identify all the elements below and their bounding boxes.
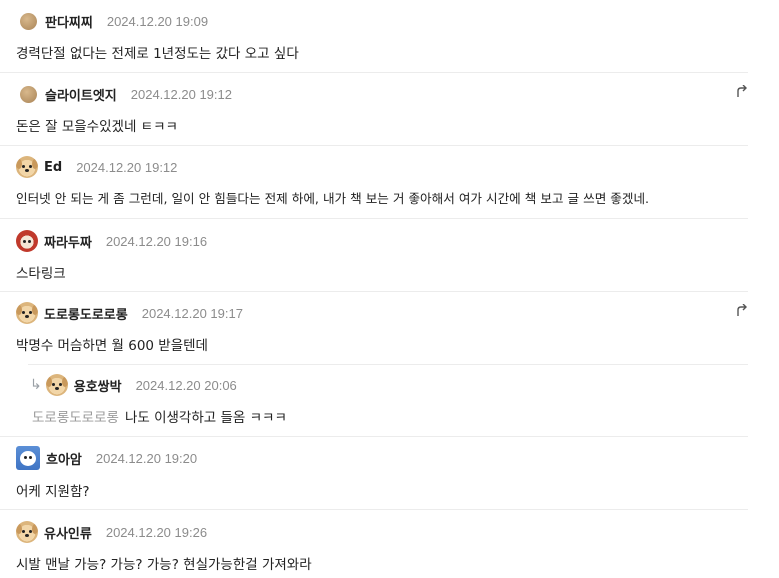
comment-text: 인터넷 안 되는 게 좀 그런데, 일이 안 힘들다는 전제 하에, 내가 책 …	[16, 191, 650, 206]
comment-author[interactable]: 흐아암	[46, 449, 82, 468]
comment-header: 판다찌찌 2024.12.20 19:09	[16, 9, 208, 33]
divider	[28, 364, 748, 365]
reply-text: 나도 이생각하고 들옴 ㅋㅋㅋ	[124, 410, 287, 426]
comment-header: 유사인류 2024.12.20 19:26	[16, 520, 207, 544]
comment-author[interactable]: 유사인류	[44, 523, 92, 542]
comment-date: 2024.12.20 19:12	[76, 159, 178, 175]
avatar[interactable]	[20, 85, 37, 103]
comment-date: 2024.12.20 19:09	[106, 13, 209, 29]
avatar[interactable]	[16, 446, 40, 470]
comment-author[interactable]: 슬라이트엣지	[45, 85, 117, 104]
reply-arrow-icon: ↳	[30, 377, 42, 393]
comment-item: 흐아암 2024.12.20 19:20 어케 지원함?	[0, 437, 748, 509]
comment-date: 2024.12.20 19:16	[105, 233, 208, 249]
comment-text: 박명수 머슴하면 월 600 받을텐데	[16, 338, 208, 354]
comment-author[interactable]: 짜라두짜	[44, 232, 92, 251]
avatar[interactable]	[16, 521, 38, 543]
comment-header: 흐아암 2024.12.20 19:20	[16, 446, 197, 470]
comment-date: 2024.12.20 20:06	[135, 377, 237, 393]
comment-item: 유사인류 2024.12.20 19:26 시발 맨날 가능? 가능? 가능? …	[0, 510, 748, 578]
comment-author[interactable]: 용호쌍박	[74, 376, 122, 395]
comment-item: Ed 2024.12.20 19:12 인터넷 안 되는 게 좀 그런데, 일이…	[0, 146, 748, 218]
comment-text: 도로롱도로로롱 나도 이생각하고 들옴 ㅋㅋㅋ	[32, 406, 287, 426]
comment-date: 2024.12.20 19:12	[130, 86, 232, 102]
reply-item: ↳ 용호쌍박 2024.12.20 20:06 도로롱도로로롱 나도 이생각하고 …	[0, 364, 748, 436]
avatar[interactable]	[16, 230, 38, 252]
comment-date: 2024.12.20 19:17	[141, 305, 243, 321]
avatar[interactable]	[45, 374, 68, 396]
comment-item: 판다찌찌 2024.12.20 19:09 경력단절 없다는 전제로 1년정도는…	[0, 0, 748, 72]
comment-header: 짜라두짜 2024.12.20 19:16	[16, 229, 207, 253]
avatar[interactable]	[16, 302, 38, 324]
comment-text: 시발 맨날 가능? 가능? 가능? 현실가능한걸 가져와라	[16, 557, 312, 573]
comment-header: 슬라이트엣지 2024.12.20 19:12	[16, 82, 232, 106]
more-icon[interactable]	[736, 85, 748, 99]
comment-date: 2024.12.20 19:20	[95, 450, 198, 466]
comment-header: ↳ 용호쌍박 2024.12.20 20:06	[30, 373, 237, 397]
comment-author[interactable]: 도로롱도로로롱	[44, 304, 128, 323]
comment-text: 스타링크	[16, 266, 66, 282]
comment-text: 경력단절 없다는 전제로 1년정도는 갔다 오고 싶다	[16, 46, 299, 62]
comment-date: 2024.12.20 19:26	[105, 524, 208, 540]
more-icon[interactable]	[736, 304, 748, 318]
comment-item: 슬라이트엣지 2024.12.20 19:12 돈은 잘 모을수있겠네 ㅌㅋㅋ	[0, 73, 748, 145]
comment-text: 어케 지원함?	[16, 484, 90, 500]
comment-author[interactable]: Ed	[44, 160, 62, 175]
comment-author[interactable]: 판다찌찌	[45, 12, 93, 31]
comment-item: 도로롱도로로롱 2024.12.20 19:17 박명수 머슴하면 월 600 …	[0, 292, 748, 364]
comment-header: 도로롱도로로롱 2024.12.20 19:17	[16, 301, 243, 325]
avatar[interactable]	[20, 12, 37, 30]
comment-text: 돈은 잘 모을수있겠네 ㅌㅋㅋ	[16, 119, 178, 135]
avatar[interactable]	[16, 156, 38, 178]
reply-mention[interactable]: 도로롱도로로롱	[32, 410, 119, 426]
comment-item: 짜라두짜 2024.12.20 19:16 스타링크	[0, 219, 748, 291]
comment-header: Ed 2024.12.20 19:12	[16, 155, 177, 179]
